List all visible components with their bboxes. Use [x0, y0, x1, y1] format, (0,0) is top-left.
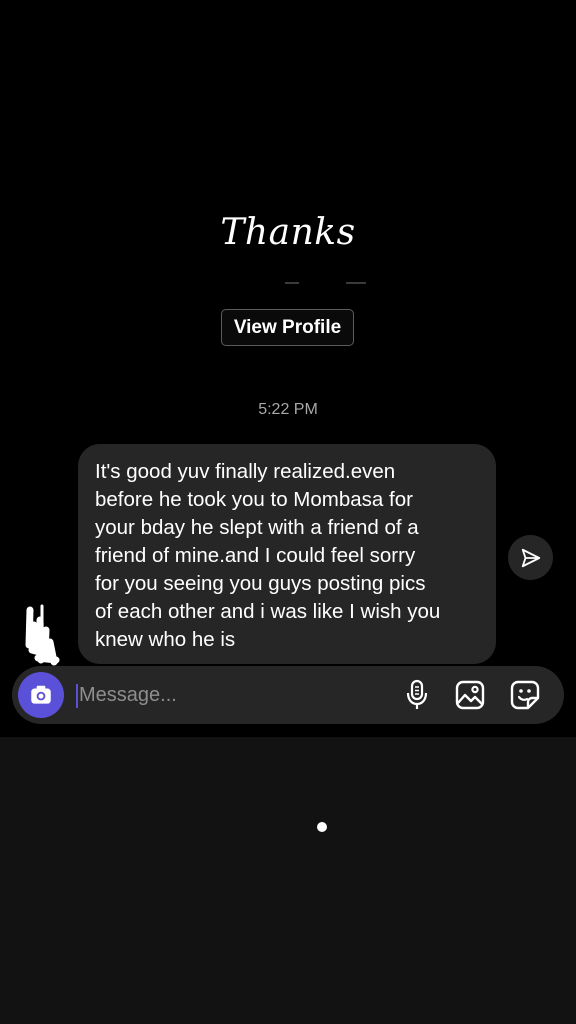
- send-icon: [521, 548, 540, 567]
- page-indicator-dot: [317, 822, 327, 832]
- microphone-icon: [406, 679, 428, 709]
- story-caption: Thanks: [220, 212, 356, 253]
- voice-message-button[interactable]: [399, 677, 435, 713]
- view-profile-button[interactable]: View Profile: [221, 309, 354, 346]
- text-caret: [76, 684, 78, 708]
- faint-text-fragment: [285, 282, 299, 284]
- sticker-icon: [510, 680, 540, 710]
- sticker-button[interactable]: [507, 677, 543, 713]
- message-input[interactable]: [79, 675, 379, 715]
- camera-button[interactable]: [18, 672, 64, 718]
- message-timestamp: 5:22 PM: [258, 401, 318, 418]
- story-reply-screen: Thanks View Profile 5:22 PM It's good yu…: [0, 0, 576, 1024]
- share-button[interactable]: [508, 535, 553, 580]
- message-bubble[interactable]: It's good yuv finally realized.even befo…: [78, 444, 496, 664]
- scribble-drawing: [25, 604, 60, 666]
- gallery-icon: [455, 680, 485, 710]
- faint-text-fragment: [346, 282, 366, 284]
- story-preview: Thanks: [0, 0, 576, 287]
- gallery-button[interactable]: [452, 677, 488, 713]
- camera-icon: [31, 685, 51, 704]
